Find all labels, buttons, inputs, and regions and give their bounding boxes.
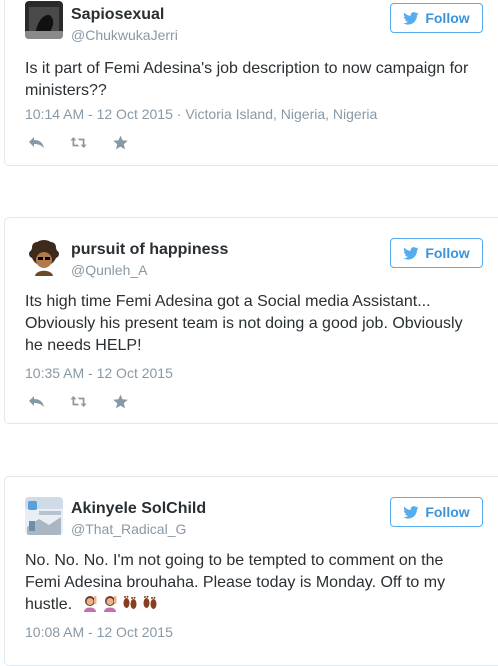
- avatar[interactable]: [25, 238, 63, 276]
- follow-label: Follow: [425, 10, 470, 26]
- user-handle[interactable]: @That_Radical_G: [71, 521, 186, 537]
- user-handle[interactable]: @Qunleh_A: [71, 262, 147, 278]
- follow-button[interactable]: Follow: [390, 497, 483, 527]
- retweet-icon[interactable]: [67, 134, 89, 150]
- tweet-meta: 10:08 AM - 12 Oct 2015: [25, 624, 173, 640]
- display-name[interactable]: Sapiosexual: [71, 6, 164, 24]
- follow-label: Follow: [425, 504, 470, 520]
- display-name[interactable]: Akinyele SolChild: [71, 500, 206, 518]
- tweet-actions: [25, 393, 131, 409]
- tweet-meta: 10:35 AM - 12 Oct 2015: [25, 365, 173, 381]
- tweet-card: Akinyele SolChild @That_Radical_G Follow…: [4, 476, 498, 666]
- timestamp-link[interactable]: 10:35 AM - 12 Oct 2015: [25, 365, 173, 381]
- timestamp-link[interactable]: 10:14 AM - 12 Oct 2015: [25, 106, 173, 122]
- reply-icon[interactable]: [25, 134, 47, 150]
- tweet-actions: [25, 134, 131, 150]
- avatar[interactable]: [25, 497, 63, 535]
- follow-button[interactable]: Follow: [390, 238, 483, 268]
- twitter-bird-icon: [403, 246, 419, 260]
- tweet-text-line: No. No. No. I'm not going to be tempted …: [25, 552, 444, 569]
- location-link[interactable]: Victoria Island, Nigeria, Nigeria: [185, 106, 377, 122]
- woman-raising-hand-emoji: [103, 596, 117, 612]
- retweet-icon[interactable]: [67, 393, 89, 409]
- timestamp-link[interactable]: 10:08 AM - 12 Oct 2015: [25, 624, 173, 640]
- twitter-bird-icon: [403, 11, 419, 25]
- woman-raising-hand-emoji: [83, 596, 97, 612]
- reply-icon[interactable]: [25, 393, 47, 409]
- tweet-text-segment: hustle.: [25, 596, 73, 613]
- user-handle[interactable]: @ChukwukaJerri: [71, 27, 178, 43]
- twitter-bird-icon: [403, 505, 419, 519]
- tweet-card: Sapiosexual @ChukwukaJerri Follow Is it …: [4, 0, 498, 166]
- emoji-group: [81, 594, 159, 612]
- footprints-emoji: [123, 595, 137, 609]
- star-icon[interactable]: [109, 393, 131, 409]
- tweet-text-line: Femi Adesina brouhaha. Please today is M…: [25, 574, 446, 591]
- footprints-emoji: [143, 595, 157, 609]
- tweet-meta: 10:14 AM - 12 Oct 2015 · Victoria Island…: [25, 106, 377, 122]
- avatar[interactable]: [25, 1, 63, 39]
- display-name[interactable]: pursuit of happiness: [71, 241, 228, 259]
- tweet-card: pursuit of happiness @Qunleh_A Follow It…: [4, 217, 498, 424]
- tweet-text: Its high time Femi Adesina got a Social …: [25, 293, 463, 354]
- follow-label: Follow: [425, 245, 470, 261]
- follow-button[interactable]: Follow: [390, 3, 483, 33]
- tweet-text: No. No. No. I'm not going to be tempted …: [25, 550, 485, 616]
- tweet-text-line: hustle.: [25, 594, 485, 616]
- tweet-text: Is it part of Femi Adesina's job descrip…: [25, 60, 469, 99]
- star-icon[interactable]: [109, 134, 131, 150]
